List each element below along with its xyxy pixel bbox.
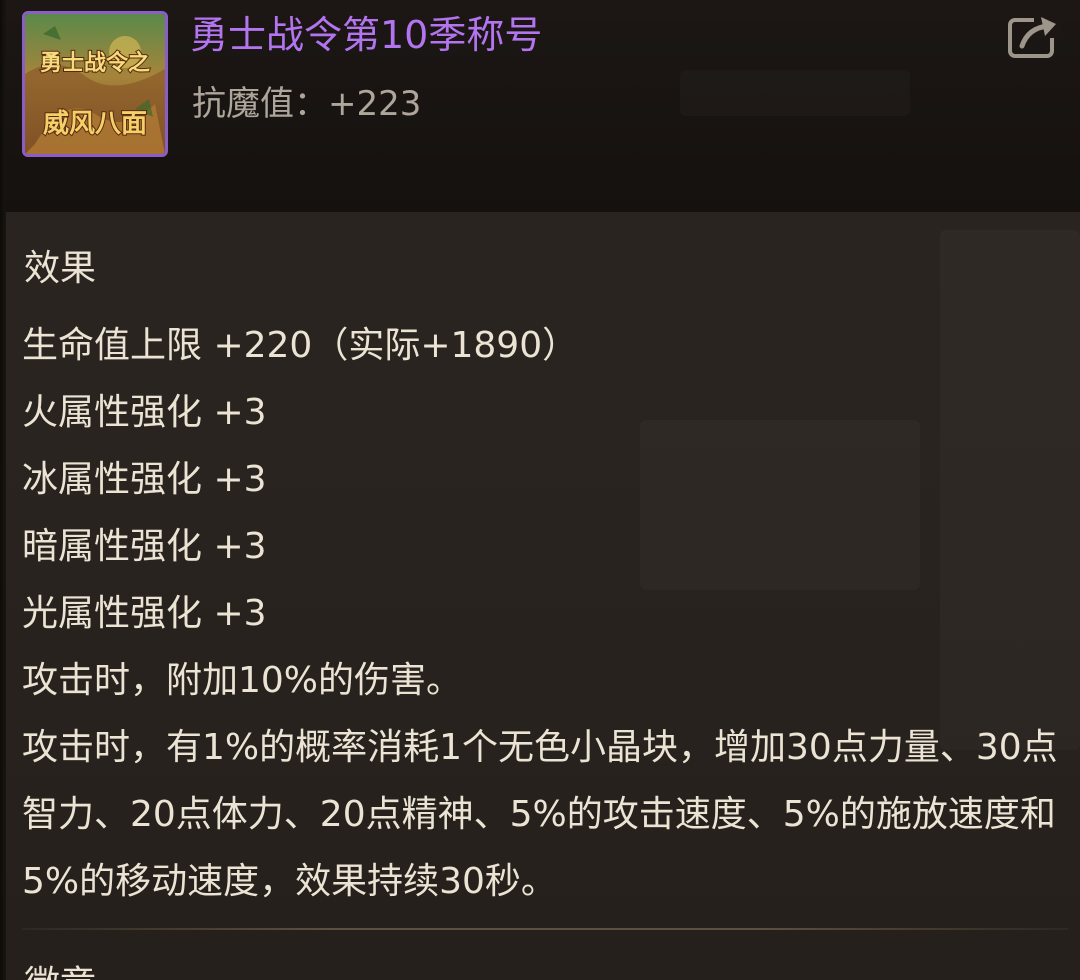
effect-line: 光属性强化 +3 [22, 593, 267, 634]
stat-label: 抗魔值： [192, 84, 328, 124]
icon-text-line2: 威风八面 [43, 108, 147, 139]
background-blur [680, 70, 910, 116]
share-button[interactable] [1008, 14, 1062, 60]
effect-list: 生命值上限 +220（实际+1890） 火属性强化 +3 冰属性强化 +3 暗属… [22, 312, 1067, 915]
effect-line: 攻击时，附加10%的伤害。 [22, 660, 463, 701]
stat-line: 抗魔值：+223 [192, 82, 421, 126]
stat-value: +223 [328, 84, 422, 124]
item-tooltip: 勇士战令之 威风八面 勇士战令第10季称号 抗魔值：+223 效果 生命值上限 … [0, 0, 1080, 980]
effect-line: 生命值上限 +220（实际+1890） [22, 325, 579, 366]
panel-edge [0, 0, 6, 980]
effect-line: 暗属性强化 +3 [22, 526, 267, 567]
item-name: 勇士战令第10季称号 [190, 13, 543, 57]
title-badge-icon: 勇士战令之 威风八面 [22, 11, 168, 157]
effects-title: 效果 [24, 248, 97, 289]
section-divider [22, 928, 1068, 930]
badge-section-title: 徽章 [24, 960, 96, 980]
icon-text-line1: 勇士战令之 [40, 50, 150, 76]
effect-line: 火属性强化 +3 [22, 392, 267, 433]
share-icon [1008, 14, 1062, 58]
effect-line: 攻击时，有1%的概率消耗1个无色小晶块，增加30点力量、30点智力、20点体力、… [22, 727, 1058, 902]
effect-line: 冰属性强化 +3 [22, 459, 267, 500]
